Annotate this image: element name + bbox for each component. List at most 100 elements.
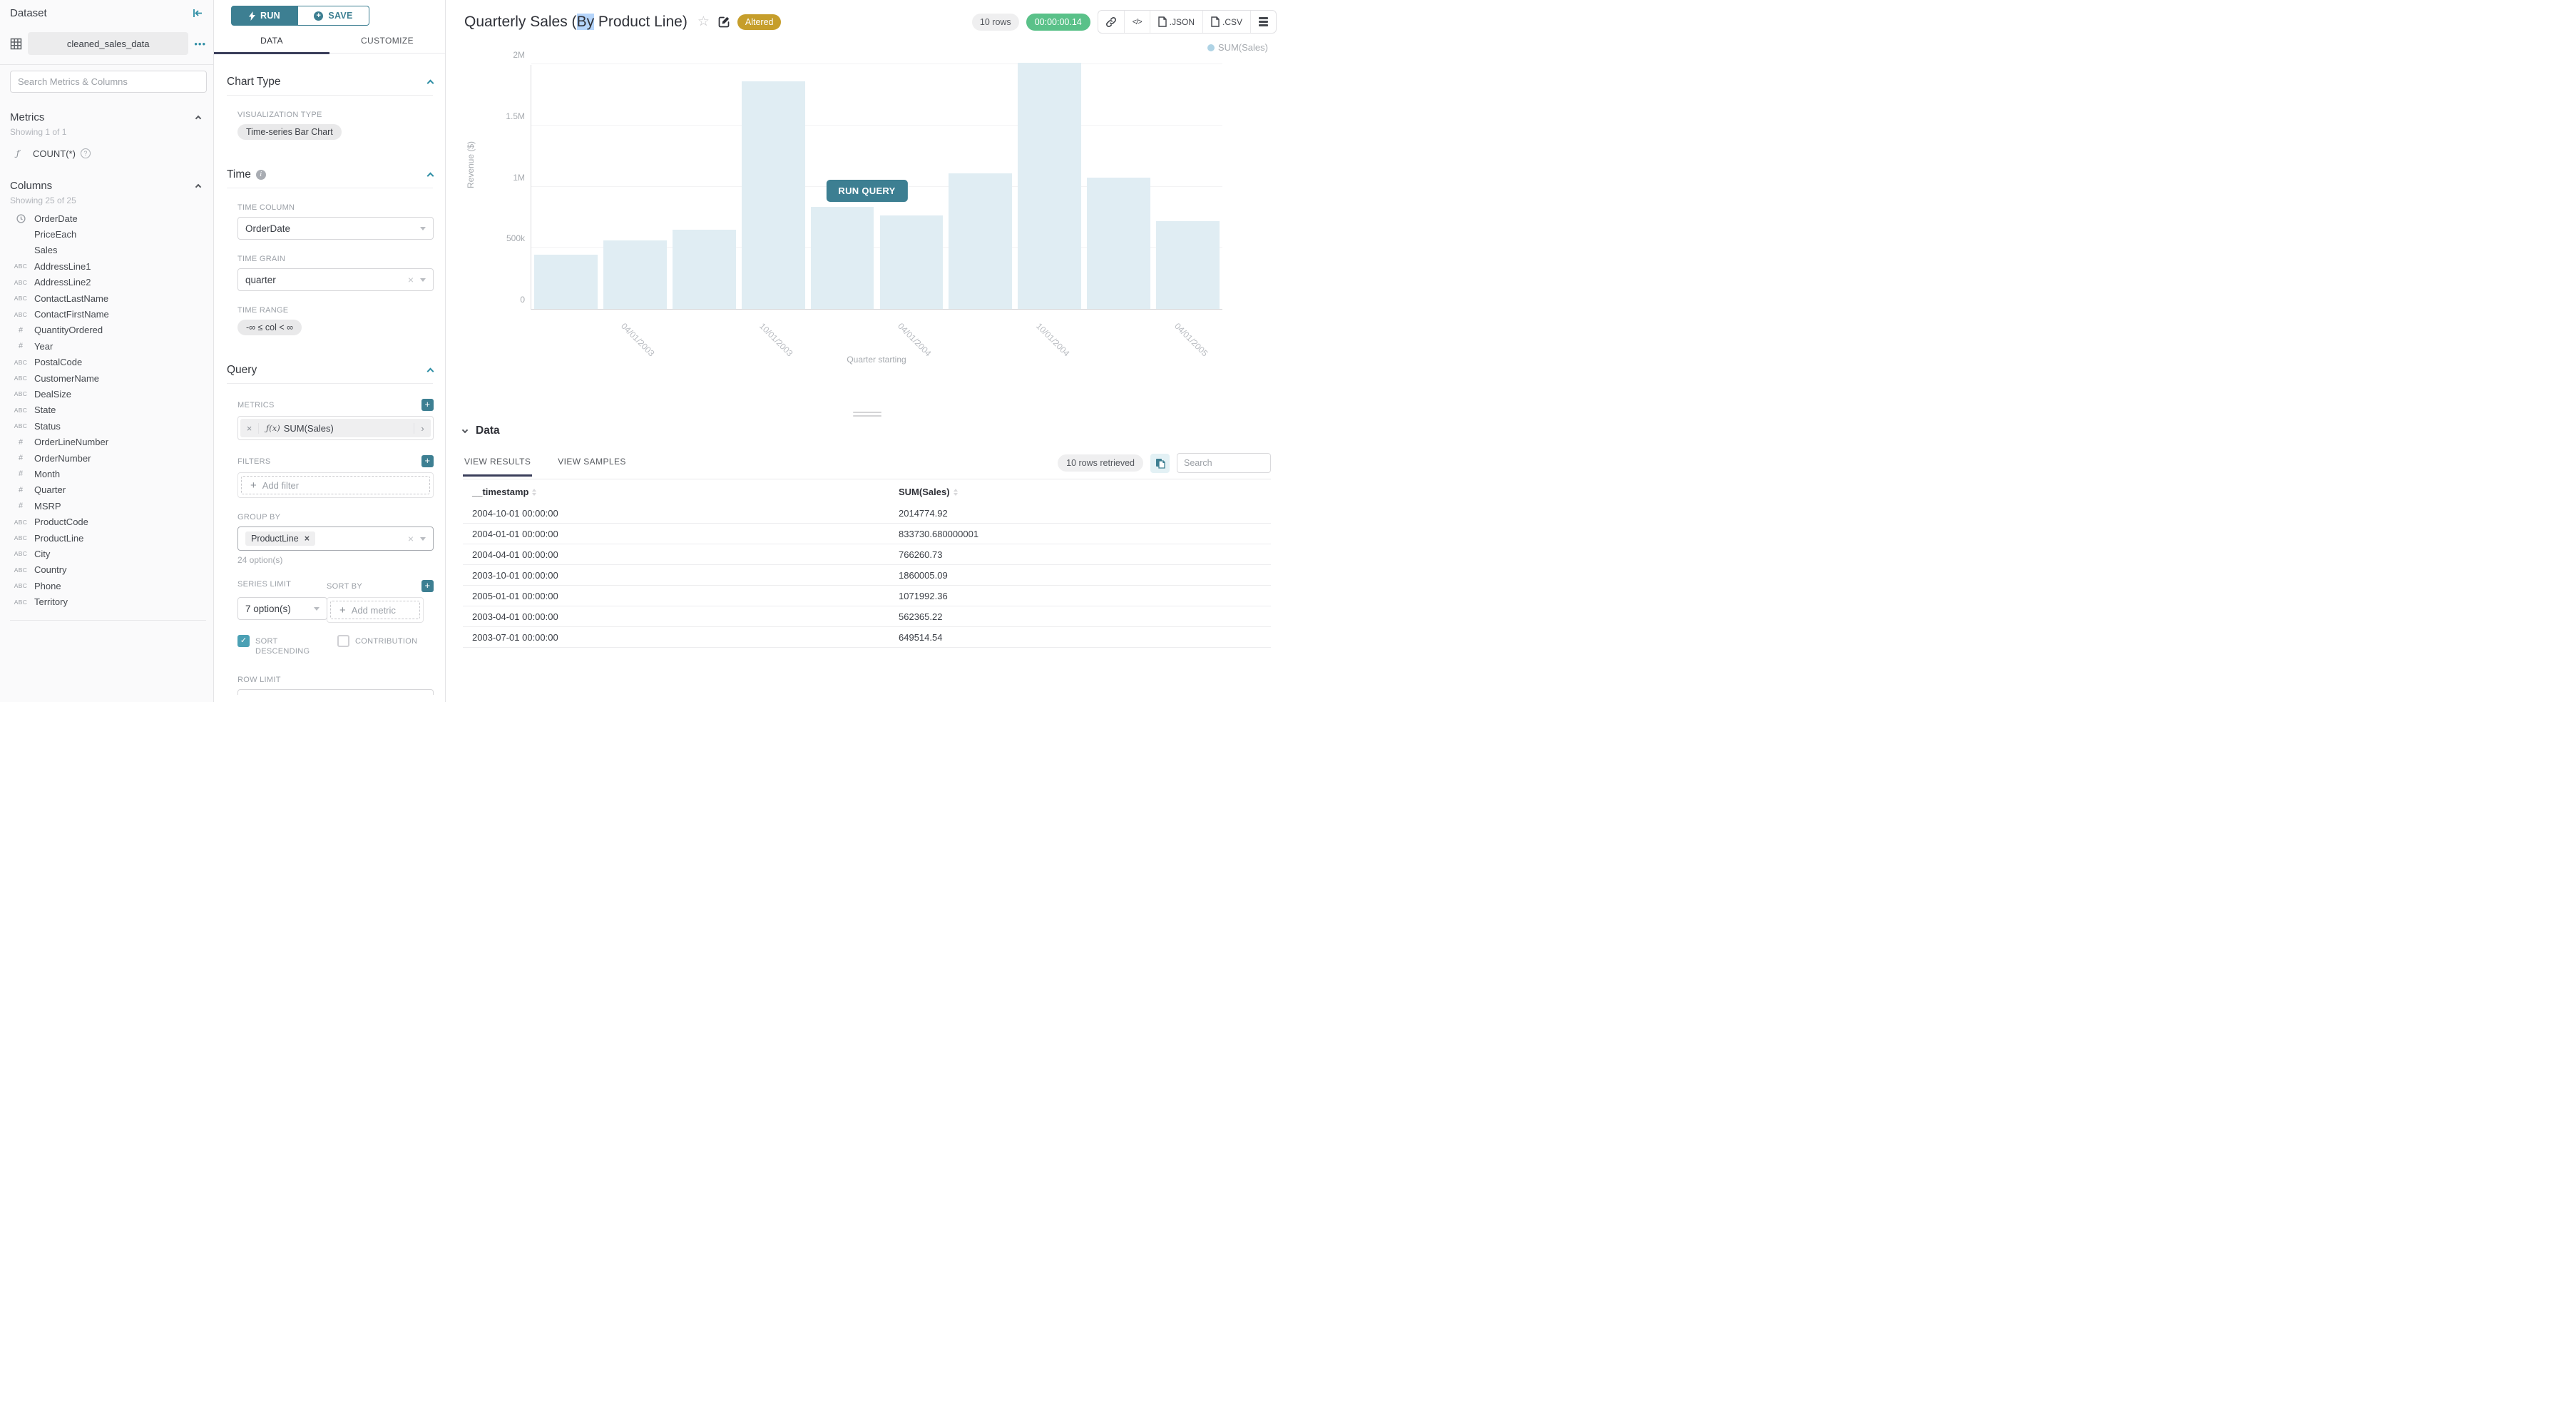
column-item[interactable]: ABCTerritory xyxy=(10,594,206,609)
panel-resize-handle[interactable] xyxy=(853,412,881,417)
bar-sum-sales[interactable] xyxy=(1018,63,1081,310)
table-row[interactable]: 2003-10-01 00:00:001860005.09 xyxy=(463,565,1271,586)
metric-chip[interactable]: × ƒ(x) SUM(Sales) › xyxy=(240,419,431,437)
tab-data[interactable]: DATA xyxy=(214,36,329,53)
export-csv-button[interactable]: .CSV xyxy=(1203,11,1251,33)
sort-icon[interactable] xyxy=(532,489,536,496)
bar-sum-sales[interactable] xyxy=(673,230,736,309)
search-metrics-columns-input[interactable] xyxy=(10,71,207,93)
copy-data-icon[interactable] xyxy=(1150,454,1170,473)
chevron-up-icon[interactable] xyxy=(427,368,434,375)
group-by-select[interactable]: ProductLine × × xyxy=(237,526,434,551)
collapse-sidebar-icon[interactable] xyxy=(193,8,203,19)
bar-sum-sales[interactable] xyxy=(534,255,598,309)
metric-item-count[interactable]: ƒ COUNT(*) ? xyxy=(10,146,206,161)
table-row[interactable]: 2004-04-01 00:00:00766260.73 xyxy=(463,544,1271,565)
column-item[interactable]: #Month xyxy=(10,466,206,482)
tab-customize[interactable]: CUSTOMIZE xyxy=(329,36,445,53)
table-row[interactable]: 2004-10-01 00:00:002014774.92 xyxy=(463,503,1271,524)
export-json-button[interactable]: .JSON xyxy=(1150,11,1203,33)
remove-metric-icon[interactable]: × xyxy=(240,423,259,434)
column-item[interactable]: #OrderLineNumber xyxy=(10,434,206,449)
row-limit-select[interactable]: 10000 × xyxy=(237,689,434,695)
bar-sum-sales[interactable] xyxy=(880,215,944,309)
column-item[interactable]: #MSRP xyxy=(10,498,206,514)
run-button[interactable]: RUN xyxy=(231,6,298,26)
column-item-label: OrderDate xyxy=(34,213,78,224)
bar-sum-sales[interactable] xyxy=(742,81,805,309)
dataset-name-chip[interactable]: cleaned_sales_data xyxy=(28,32,188,55)
clear-icon[interactable]: × xyxy=(408,533,414,544)
table-row[interactable]: 2003-04-01 00:00:00562365.22 xyxy=(463,606,1271,627)
group-by-chip[interactable]: ProductLine × xyxy=(245,531,315,546)
dataset-options-icon[interactable]: ••• xyxy=(194,39,206,49)
time-grain-select[interactable]: quarter × xyxy=(237,268,434,291)
chevron-up-icon[interactable] xyxy=(195,116,201,121)
column-item[interactable]: Sales xyxy=(10,243,206,258)
table-row[interactable]: 2003-07-01 00:00:00649514.54 xyxy=(463,627,1271,648)
sort-descending-checkbox[interactable]: ✓ xyxy=(237,635,250,647)
column-item[interactable]: PriceEach xyxy=(10,226,206,242)
add-sort-metric-button[interactable]: + xyxy=(421,580,434,592)
bar-sum-sales[interactable] xyxy=(811,207,874,309)
run-query-button[interactable]: RUN QUERY xyxy=(826,180,907,202)
clear-icon[interactable]: × xyxy=(408,274,414,285)
chevron-down-icon[interactable] xyxy=(462,427,468,433)
column-item[interactable]: ABCCustomerName xyxy=(10,370,206,386)
visualization-type-pill[interactable]: Time-series Bar Chart xyxy=(237,124,342,140)
column-item[interactable]: OrderDate xyxy=(10,210,206,226)
sort-icon[interactable] xyxy=(954,489,958,496)
tab-view-samples[interactable]: VIEW SAMPLES xyxy=(556,457,628,475)
series-limit-select[interactable]: 7 option(s) xyxy=(237,597,327,620)
column-header-timestamp[interactable]: __timestamp xyxy=(472,487,899,497)
data-search-input[interactable] xyxy=(1177,453,1271,473)
columns-list: OrderDatePriceEachSalesABCAddressLine1AB… xyxy=(10,210,206,610)
bar-sum-sales[interactable] xyxy=(949,173,1012,309)
edit-properties-icon[interactable] xyxy=(718,16,730,28)
plus-icon: + xyxy=(250,479,257,492)
column-item[interactable]: ABCDealSize xyxy=(10,386,206,402)
page-title[interactable]: Quarterly Sales (By Product Line) xyxy=(464,14,688,31)
bar-sum-sales[interactable] xyxy=(1087,178,1150,309)
table-row[interactable]: 2005-01-01 00:00:001071992.36 xyxy=(463,586,1271,606)
column-item[interactable]: ABCContactFirstName xyxy=(10,306,206,322)
expand-metric-icon[interactable]: › xyxy=(414,423,431,434)
remove-chip-icon[interactable]: × xyxy=(305,534,310,544)
column-item[interactable]: ABCPhone xyxy=(10,578,206,594)
add-sort-metric-dropzone[interactable]: + Add metric xyxy=(330,601,420,619)
column-item[interactable]: ABCCountry xyxy=(10,562,206,578)
column-header-sum-sales[interactable]: SUM(Sales) xyxy=(899,487,958,497)
column-item[interactable]: #QuantityOrdered xyxy=(10,322,206,338)
chevron-up-icon[interactable] xyxy=(427,80,434,87)
save-button[interactable]: + SAVE xyxy=(298,6,369,26)
time-range-pill[interactable]: -∞ ≤ col < ∞ xyxy=(237,320,302,335)
time-column-select[interactable]: OrderDate xyxy=(237,217,434,240)
column-item[interactable]: ABCAddressLine1 xyxy=(10,258,206,274)
bar-sum-sales[interactable] xyxy=(1156,221,1220,309)
column-item[interactable]: ABCState xyxy=(10,402,206,418)
column-item[interactable]: ABCProductCode xyxy=(10,514,206,529)
table-row[interactable]: 2004-01-01 00:00:00833730.680000001 xyxy=(463,524,1271,544)
column-item[interactable]: #OrderNumber xyxy=(10,450,206,466)
column-item[interactable]: #Quarter xyxy=(10,482,206,498)
add-filter-dropzone[interactable]: + Add filter xyxy=(241,476,430,494)
more-menu-icon[interactable] xyxy=(1251,11,1276,33)
add-metric-button[interactable]: + xyxy=(421,399,434,411)
column-item[interactable]: ABCPostalCode xyxy=(10,355,206,370)
column-item[interactable]: ABCStatus xyxy=(10,418,206,434)
copy-link-icon[interactable] xyxy=(1098,11,1125,33)
bar-sum-sales[interactable] xyxy=(603,240,667,309)
column-item[interactable]: ABCAddressLine2 xyxy=(10,275,206,290)
column-item[interactable]: ABCContactLastName xyxy=(10,290,206,306)
contribution-checkbox[interactable] xyxy=(337,635,349,647)
tab-view-results[interactable]: VIEW RESULTS xyxy=(463,457,532,475)
column-item[interactable]: ABCCity xyxy=(10,546,206,561)
embed-code-icon[interactable]: </> xyxy=(1125,11,1150,33)
chart-legend[interactable]: SUM(Sales) xyxy=(1207,42,1268,53)
add-filter-button[interactable]: + xyxy=(421,455,434,467)
column-item[interactable]: ABCProductLine xyxy=(10,530,206,546)
chevron-up-icon[interactable] xyxy=(195,184,201,190)
favorite-star-icon[interactable]: ☆ xyxy=(697,14,710,30)
chevron-up-icon[interactable] xyxy=(427,173,434,180)
column-item[interactable]: #Year xyxy=(10,338,206,354)
